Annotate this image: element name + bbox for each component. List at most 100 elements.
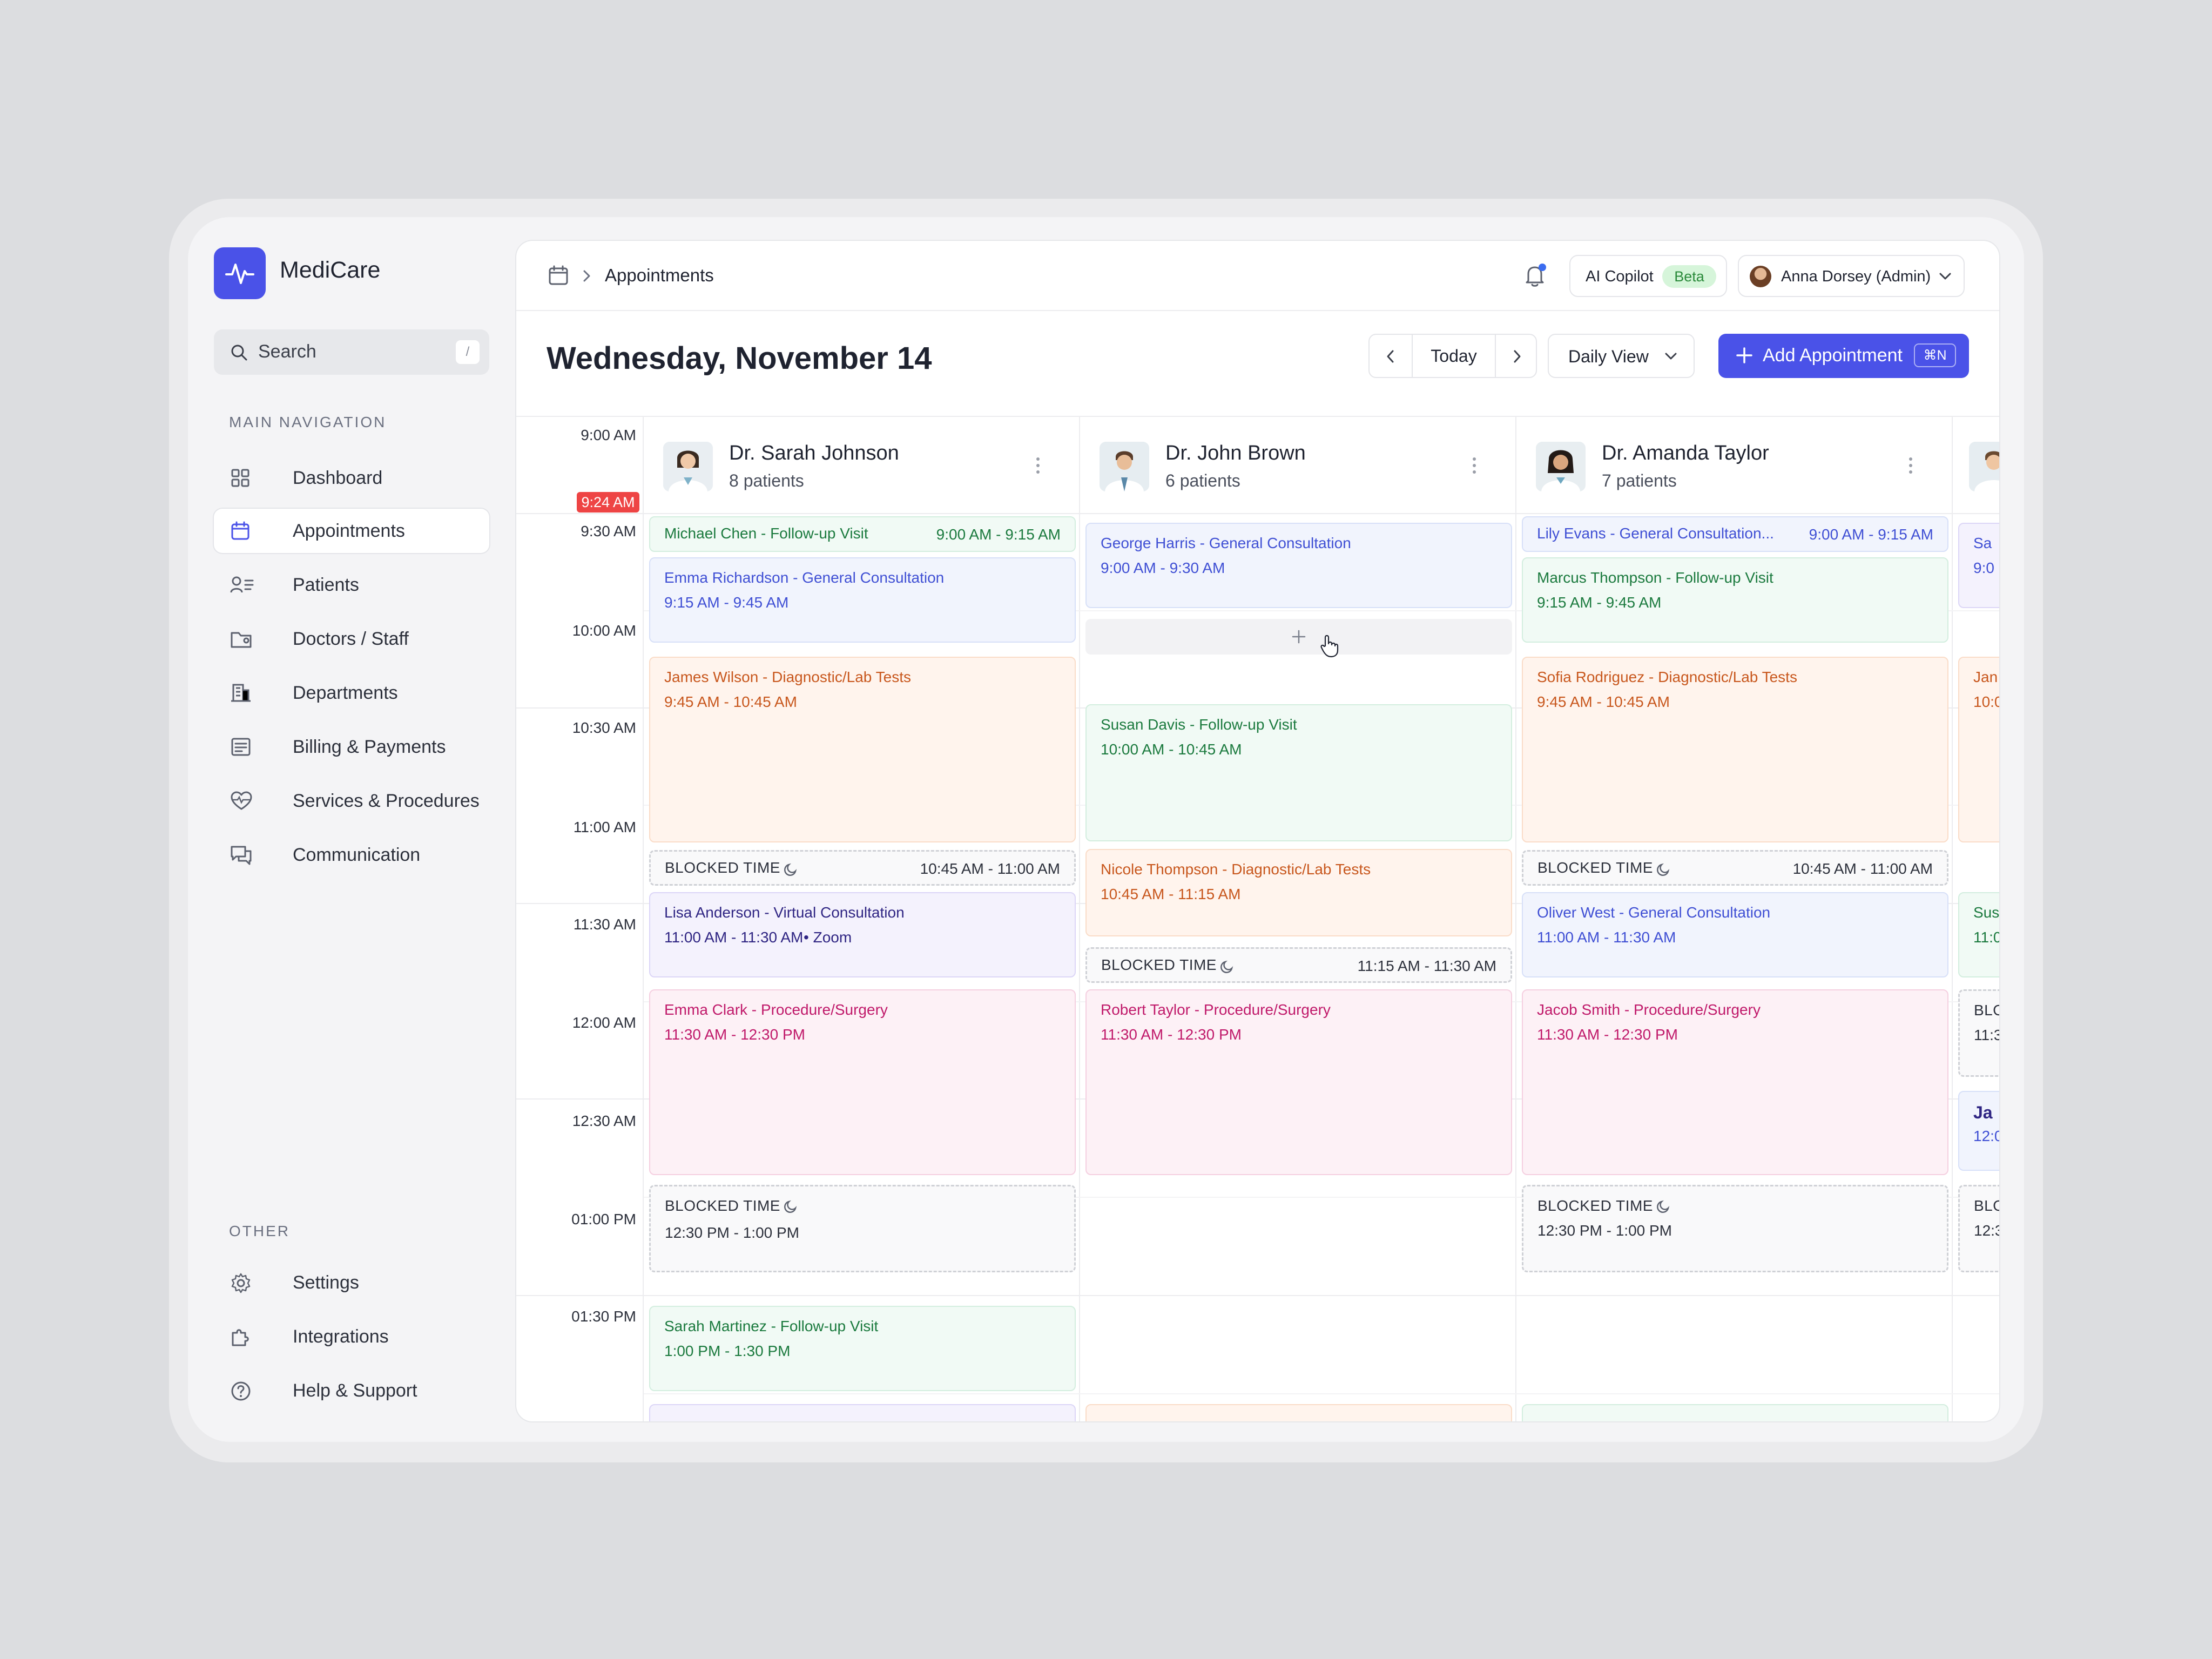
- user-menu[interactable]: Anna Dorsey (Admin): [1738, 255, 1965, 297]
- appointment-title: Emma Richardson - General Consultation: [664, 569, 945, 586]
- clock-icon: [1220, 960, 1233, 973]
- appointment-card[interactable]: [649, 1404, 1076, 1421]
- appointment-card[interactable]: Sa 9:0: [1958, 523, 1999, 608]
- blocked-time-card[interactable]: BLOCKED TIME 10:45 AM - 11:00 AM: [649, 850, 1076, 886]
- ai-copilot-button[interactable]: AI Copilot Beta: [1569, 255, 1727, 297]
- app-logo[interactable]: [214, 247, 266, 299]
- time-label: 12:30 AM: [572, 1112, 636, 1129]
- appointment-card[interactable]: Sus 11:0: [1958, 892, 1999, 977]
- sidebar-item-label: Communication: [293, 845, 421, 865]
- sidebar-item-billing[interactable]: Billing & Payments: [214, 725, 489, 769]
- appointment-card[interactable]: Emma Clark - Procedure/Surgery 11:30 AM …: [649, 989, 1076, 1175]
- time-label: 11:00 AM: [573, 819, 636, 835]
- appointment-card[interactable]: Lily Evans - General Consultation... 9:0…: [1522, 516, 1948, 552]
- add-appointment-button[interactable]: Add Appointment ⌘N: [1718, 334, 1969, 378]
- blocked-time-card[interactable]: BLO 12:3: [1958, 1185, 1999, 1272]
- appointment-card[interactable]: Oliver West - General Consultation 11:00…: [1522, 892, 1948, 977]
- ai-copilot-label: AI Copilot: [1586, 268, 1654, 285]
- blocked-time-card[interactable]: BLOCKED TIME 12:30 PM - 1:00 PM: [1522, 1185, 1948, 1272]
- appointment-card[interactable]: Lisa Anderson - Virtual Consultation 11:…: [649, 892, 1076, 977]
- appointment-card[interactable]: Michael Chen - Follow-up Visit 9:00 AM -…: [649, 516, 1076, 552]
- blocked-time-card[interactable]: BLOCKED TIME 10:45 AM - 11:00 AM: [1522, 850, 1948, 886]
- appointment-card[interactable]: Jan 10:0: [1958, 657, 1999, 842]
- appointment-time: 11:00 AM - 11:30 AM: [1537, 929, 1676, 946]
- appointment-time: 10:0: [1973, 693, 1999, 710]
- appointment-card[interactable]: Robert Taylor - Procedure/Surgery 11:30 …: [1085, 989, 1512, 1175]
- sidebar-item-help[interactable]: Help & Support: [214, 1368, 489, 1413]
- blocked-time-card[interactable]: BLOCKED TIME 11:15 AM - 11:30 AM: [1085, 947, 1512, 983]
- heart-pulse-icon: [231, 791, 252, 810]
- app-name: MediCare: [280, 257, 381, 283]
- sidebar-item-patients[interactable]: Patients: [214, 563, 489, 607]
- blocked-time-card[interactable]: BLO 11:3: [1958, 989, 1999, 1077]
- clock-icon: [784, 1200, 797, 1213]
- chevron-left-icon: [1387, 350, 1394, 363]
- sidebar-item-settings[interactable]: Settings: [214, 1260, 489, 1305]
- user-name: Anna Dorsey (Admin): [1781, 268, 1931, 285]
- previous-day-button[interactable]: [1370, 335, 1412, 377]
- appointment-card[interactable]: George Harris - General Consultation 9:0…: [1085, 523, 1512, 608]
- avatar: [1750, 266, 1771, 287]
- blocked-time-range: 12:30 PM - 1:00 PM: [665, 1224, 800, 1241]
- appointment-card[interactable]: Emma Richardson - General Consultation 9…: [649, 557, 1076, 643]
- appointment-card[interactable]: [1085, 1404, 1512, 1421]
- clock-icon: [1657, 863, 1670, 876]
- appointment-time: 9:00 AM - 9:30 AM: [1101, 559, 1225, 576]
- page-title: Wednesday, November 14: [547, 341, 932, 376]
- sidebar-item-label: Billing & Payments: [293, 737, 446, 757]
- blocked-time-label: BLOCKED TIME: [1537, 1197, 1653, 1214]
- search-input[interactable]: Search /: [214, 329, 489, 375]
- building-icon: [231, 684, 251, 702]
- sidebar-item-integrations[interactable]: Integrations: [214, 1314, 489, 1359]
- search-placeholder: Search: [258, 341, 316, 362]
- more-options-icon[interactable]: [1471, 455, 1478, 476]
- time-label: 11:30 AM: [573, 916, 636, 933]
- appointment-card[interactable]: Marcus Thompson - Follow-up Visit 9:15 A…: [1522, 557, 1948, 643]
- appointment-time: 12:0: [1973, 1128, 1999, 1144]
- appointment-title: Sofia Rodriguez - Diagnostic/Lab Tests: [1537, 669, 1797, 685]
- appointment-card[interactable]: [1522, 1404, 1948, 1421]
- today-button[interactable]: Today: [1413, 335, 1495, 377]
- app-window: MediCare Search / MAIN NAVIGATION Dashbo…: [188, 217, 2024, 1442]
- appointment-card[interactable]: Ja 12:0: [1958, 1091, 1999, 1171]
- appointment-card[interactable]: Sofia Rodriguez - Diagnostic/Lab Tests 9…: [1522, 657, 1948, 842]
- pulse-icon: [225, 264, 254, 284]
- view-label: Daily View: [1568, 347, 1649, 366]
- calendar-icon[interactable]: [548, 265, 569, 286]
- meeting-platform: • Zoom: [804, 929, 852, 946]
- time-label: 9:30 AM: [581, 523, 636, 539]
- appointment-time: 9:45 AM - 10:45 AM: [664, 693, 797, 710]
- sidebar-item-label: Appointments: [293, 521, 405, 541]
- gear-icon: [231, 1273, 251, 1293]
- breadcrumb[interactable]: Appointments: [605, 265, 714, 286]
- sidebar-item-appointments[interactable]: Appointments: [214, 509, 489, 553]
- appointment-card[interactable]: Sarah Martinez - Follow-up Visit 1:00 PM…: [649, 1306, 1076, 1391]
- sidebar-item-doctors-staff[interactable]: Doctors / Staff: [214, 617, 489, 661]
- sidebar-item-services[interactable]: Services & Procedures: [214, 779, 489, 823]
- appointment-time: 1:00 PM - 1:30 PM: [664, 1343, 791, 1359]
- sidebar: MediCare Search / MAIN NAVIGATION Dashbo…: [188, 217, 512, 1442]
- empty-slot-add[interactable]: [1085, 619, 1512, 658]
- sidebar-item-communication[interactable]: Communication: [214, 833, 489, 877]
- appointment-card[interactable]: Nicole Thompson - Diagnostic/Lab Tests 1…: [1085, 849, 1512, 936]
- sidebar-item-label: Help & Support: [293, 1380, 417, 1401]
- appointment-time: 9:15 AM - 9:45 AM: [664, 594, 789, 611]
- view-selector[interactable]: Daily View: [1548, 334, 1695, 378]
- grid-icon: [231, 469, 249, 487]
- sidebar-item-dashboard[interactable]: Dashboard: [214, 456, 489, 500]
- add-appointment-label: Add Appointment: [1763, 345, 1903, 366]
- appointment-title: Robert Taylor - Procedure/Surgery: [1101, 1001, 1331, 1018]
- next-day-button[interactable]: [1496, 335, 1537, 377]
- add-appointment-shortcut: ⌘N: [1914, 343, 1956, 367]
- sidebar-item-departments[interactable]: Departments: [214, 671, 489, 715]
- appointment-card[interactable]: Jacob Smith - Procedure/Surgery 11:30 AM…: [1522, 989, 1948, 1175]
- blocked-time-card[interactable]: BLOCKED TIME 12:30 PM - 1:00 PM: [649, 1185, 1076, 1272]
- more-options-icon[interactable]: [1907, 455, 1914, 476]
- appointment-card[interactable]: Susan Davis - Follow-up Visit 10:00 AM -…: [1085, 704, 1512, 841]
- appointment-time: 11:30 AM - 12:30 PM: [1537, 1026, 1678, 1043]
- more-options-icon[interactable]: [1035, 455, 1041, 476]
- sidebar-item-label: Services & Procedures: [293, 791, 480, 811]
- appointment-card[interactable]: James Wilson - Diagnostic/Lab Tests 9:45…: [649, 657, 1076, 842]
- appointment-time: 10:45 AM - 11:15 AM: [1101, 886, 1241, 902]
- sidebar-item-label: Dashboard: [293, 468, 383, 488]
